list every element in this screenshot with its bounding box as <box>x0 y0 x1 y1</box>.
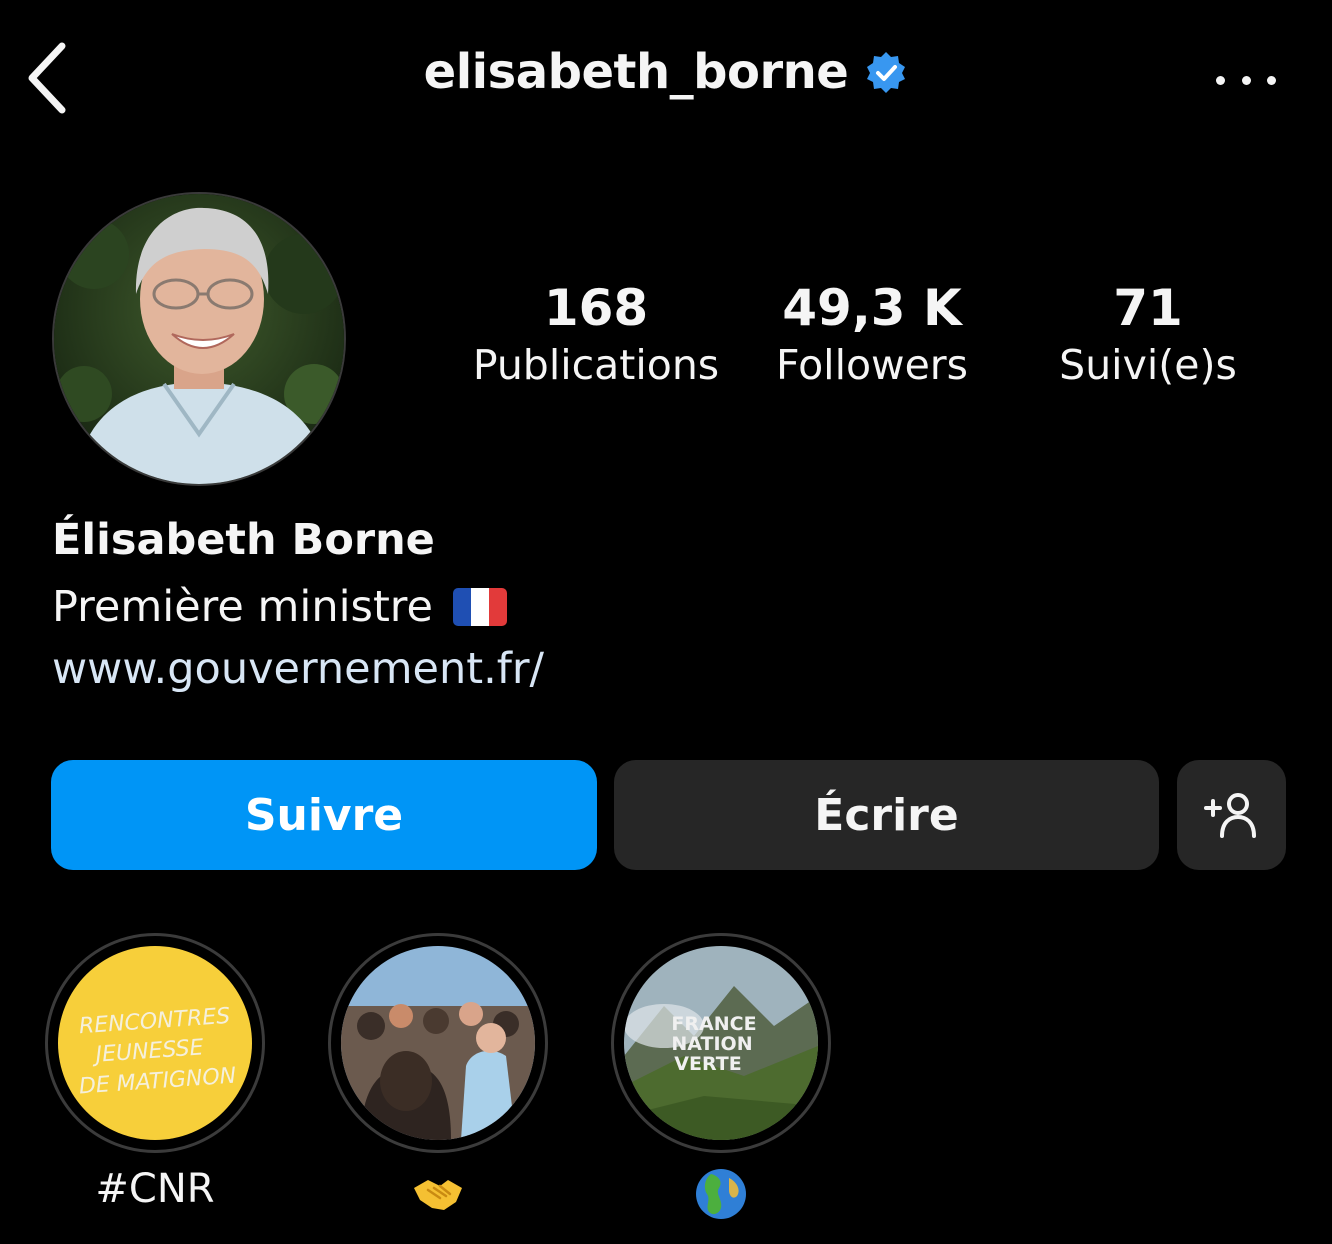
message-button[interactable]: Écrire <box>614 760 1159 870</box>
handshake-emoji-icon <box>414 1180 462 1210</box>
cover-text-line: VERTE <box>674 1053 741 1075</box>
highlight-label-emoji <box>611 1166 831 1232</box>
highlight-cover: RENCONTRES JEUNESSE DE MATIGNON <box>58 946 252 1140</box>
highlight-cover-art: RENCONTRES JEUNESSE DE MATIGNON <box>58 946 252 1140</box>
bio-text: Première ministre <box>52 582 433 632</box>
profile-bio: Première ministre <box>52 582 507 632</box>
flag-france-icon <box>453 588 507 626</box>
stat-followers[interactable]: 49,3 K Followers <box>742 276 1002 392</box>
highlight-cover: FRANCE NATION VERTE <box>624 946 818 1140</box>
highlight-cnr[interactable]: RENCONTRES JEUNESSE DE MATIGNON <box>45 933 265 1153</box>
more-dot <box>1267 75 1276 85</box>
highlight-cover-art: FRANCE NATION VERTE <box>624 946 818 1140</box>
verified-badge-icon <box>867 52 906 93</box>
more-options-button[interactable] <box>1216 60 1276 100</box>
more-horizontal-icon <box>1216 75 1225 85</box>
more-dot <box>1241 75 1251 85</box>
highlight-label: #CNR <box>95 1166 215 1212</box>
profile-avatar[interactable] <box>52 192 346 486</box>
highlight-france-nation-verte[interactable]: FRANCE NATION VERTE <box>611 933 831 1153</box>
stat-publications[interactable]: 168 Publications <box>466 276 726 392</box>
cover-text-line: FRANCE <box>671 1013 756 1035</box>
stat-value: 71 <box>1113 279 1183 337</box>
highlight-cover <box>341 946 535 1140</box>
globe-emoji-icon <box>696 1169 746 1219</box>
stat-following[interactable]: 71 Suivi(e)s <box>1018 276 1278 392</box>
stat-label: Followers <box>775 341 969 389</box>
add-person-icon <box>1203 793 1256 838</box>
follow-button[interactable]: Suivre <box>51 760 597 870</box>
add-user-button[interactable] <box>1177 760 1286 870</box>
profile-username: elisabeth_borne <box>423 44 849 100</box>
header-username-row: elisabeth_borne <box>0 44 1332 100</box>
stat-value: 49,3 K <box>782 279 962 337</box>
profile-website-link[interactable]: www.gouvernement.fr/ <box>52 644 544 694</box>
profile-photo <box>54 194 344 484</box>
highlight-label-emoji <box>328 1166 548 1232</box>
stat-value: 168 <box>543 279 649 337</box>
stat-label: Suivi(e)s <box>1059 341 1237 389</box>
stat-label: Publications <box>472 341 720 389</box>
cover-text-line: NATION <box>671 1033 752 1055</box>
profile-full-name: Élisabeth Borne <box>52 515 435 565</box>
highlight-cover-art <box>341 946 535 1140</box>
highlight-handshake[interactable] <box>328 933 548 1153</box>
